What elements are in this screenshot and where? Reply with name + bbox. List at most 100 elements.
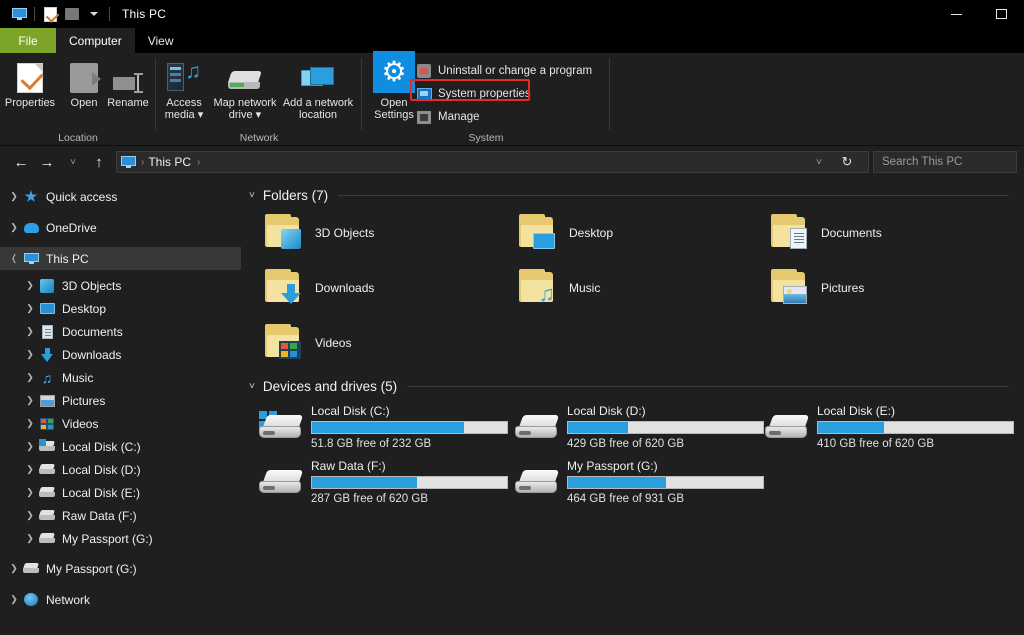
chevron-right-icon[interactable]: ❯ bbox=[26, 510, 34, 521]
sidebar-label: 3D Objects bbox=[62, 278, 122, 293]
chevron-right-icon[interactable]: ❯ bbox=[26, 464, 34, 475]
chevron-right-icon[interactable]: ❯ bbox=[26, 326, 34, 337]
sidebar-item-local-disk-d[interactable]: ❯ Local Disk (D:) bbox=[0, 458, 241, 481]
sidebar-label: Documents bbox=[62, 324, 123, 339]
access-media-button[interactable]: ♫ Access media ▾ bbox=[156, 57, 212, 121]
sidebar-item-desktop[interactable]: ❯ Desktop bbox=[0, 297, 241, 320]
ribbon-group-location: Properties Open Rename Location bbox=[0, 53, 156, 146]
chevron-down-icon[interactable]: ❬ bbox=[10, 253, 18, 264]
add-network-location-button[interactable]: Add a network location bbox=[278, 57, 358, 121]
downloads-icon bbox=[38, 347, 56, 363]
properties-button[interactable]: Properties bbox=[2, 57, 58, 109]
forward-button[interactable]: → bbox=[34, 149, 60, 175]
sidebar-item-my-passport-g-child[interactable]: ❯ My Passport (G:) bbox=[0, 527, 241, 550]
rename-button[interactable]: Rename bbox=[100, 57, 156, 109]
breadcrumb-this-pc[interactable]: This PC bbox=[148, 155, 191, 169]
drive-item-local-disk-d[interactable]: Local Disk (D:) 429 GB free of 620 GB bbox=[511, 404, 767, 450]
sidebar-item-local-disk-c[interactable]: ❯ Local Disk (C:) bbox=[0, 435, 241, 458]
file-list-pane[interactable]: ˅ Folders (7) 3D Objects Desktop Documen… bbox=[241, 178, 1024, 635]
address-field[interactable]: › This PC › ˅ ↻ bbox=[116, 151, 869, 173]
uninstall-icon bbox=[416, 63, 432, 79]
back-button[interactable]: ← bbox=[8, 149, 34, 175]
uninstall-or-change-a-program-item[interactable]: Uninstall or change a program bbox=[416, 63, 592, 79]
chevron-down-icon[interactable] bbox=[83, 3, 105, 25]
chevron-down-icon[interactable]: ˅ bbox=[249, 190, 255, 201]
folder-item-label: Downloads bbox=[315, 281, 375, 295]
chevron-right-icon[interactable]: ❯ bbox=[26, 487, 34, 498]
folder-item-downloads[interactable]: Downloads bbox=[261, 266, 374, 310]
tab-view[interactable]: View bbox=[135, 28, 187, 53]
chevron-right-icon[interactable]: ❯ bbox=[26, 280, 34, 291]
sidebar-label: My Passport (G:) bbox=[62, 531, 153, 546]
folder-item-desktop[interactable]: Desktop bbox=[515, 211, 613, 255]
ribbon-group-system: ⚙ Open Settings Uninstall or change a pr… bbox=[362, 51, 610, 146]
recent-locations-button[interactable]: ˅ bbox=[60, 149, 86, 175]
address-dropdown-button[interactable]: ˅ bbox=[806, 149, 832, 175]
sidebar-item-pictures[interactable]: ❯ Pictures bbox=[0, 389, 241, 412]
breadcrumb-separator[interactable]: › bbox=[197, 157, 200, 168]
documents-icon bbox=[38, 324, 56, 340]
sidebar-item-raw-data-f[interactable]: ❯ Raw Data (F:) bbox=[0, 504, 241, 527]
chevron-right-icon[interactable]: ❯ bbox=[10, 222, 18, 233]
chevron-right-icon[interactable]: ❯ bbox=[10, 563, 18, 574]
folder-item-pictures[interactable]: Pictures bbox=[767, 266, 864, 310]
sidebar-item-3d-objects[interactable]: ❯ 3D Objects bbox=[0, 274, 241, 297]
folder-item-3d-objects[interactable]: 3D Objects bbox=[261, 211, 374, 255]
maximize-button[interactable] bbox=[979, 0, 1024, 28]
file-explorer-window: This PC File Computer View Properties Op… bbox=[0, 0, 1024, 635]
manage-item[interactable]: Manage bbox=[416, 109, 480, 125]
chevron-right-icon[interactable]: ❯ bbox=[26, 303, 34, 314]
folder-icon[interactable] bbox=[61, 3, 83, 25]
navigation-pane[interactable]: ❯ Quick access ❯ OneDrive ❬ This PC ❯ 3D… bbox=[0, 178, 241, 635]
sidebar-item-music[interactable]: ❯ ♫ Music bbox=[0, 366, 241, 389]
chevron-right-icon[interactable]: ❯ bbox=[26, 533, 34, 544]
tab-file[interactable]: File bbox=[0, 28, 56, 53]
open-button-label: Open bbox=[70, 97, 98, 109]
up-button[interactable]: ↑ bbox=[86, 149, 112, 175]
chevron-right-icon[interactable]: ❯ bbox=[26, 418, 34, 429]
folder-item-music[interactable]: ♫ Music bbox=[515, 266, 600, 310]
chevron-right-icon[interactable]: ❯ bbox=[26, 395, 34, 406]
sidebar-item-downloads[interactable]: ❯ Downloads bbox=[0, 343, 241, 366]
drive-item-my-passport-g[interactable]: My Passport (G:) 464 GB free of 931 GB bbox=[511, 459, 767, 505]
search-input[interactable]: Search This PC bbox=[873, 151, 1017, 173]
drive-item-local-disk-e[interactable]: Local Disk (E:) 410 GB free of 620 GB bbox=[761, 404, 1017, 450]
drive-item-raw-data-f[interactable]: Raw Data (F:) 287 GB free of 620 GB bbox=[255, 459, 511, 505]
sidebar-item-quick-access[interactable]: ❯ Quick access bbox=[0, 185, 241, 208]
sidebar-label: Network bbox=[46, 592, 91, 607]
chevron-right-icon[interactable]: ❯ bbox=[10, 191, 18, 202]
drive-icon bbox=[255, 459, 307, 503]
minimize-button[interactable] bbox=[934, 0, 979, 28]
chevron-right-icon[interactable]: ❯ bbox=[10, 594, 18, 605]
chevron-right-icon[interactable]: ❯ bbox=[26, 441, 34, 452]
system-properties-item[interactable]: System properties bbox=[416, 86, 531, 102]
tab-computer[interactable]: Computer bbox=[56, 28, 135, 53]
folder-desktop-icon bbox=[515, 211, 559, 255]
chevron-down-icon[interactable]: ˅ bbox=[249, 381, 255, 392]
folder-music-icon: ♫ bbox=[515, 266, 559, 310]
sidebar-item-my-passport-g[interactable]: ❯ My Passport (G:) bbox=[0, 557, 241, 580]
uninstall-item-label: Uninstall or change a program bbox=[438, 65, 593, 77]
drives-section-header[interactable]: ˅ Devices and drives (5) bbox=[249, 379, 1009, 394]
folder-item-documents[interactable]: Documents bbox=[767, 211, 882, 255]
chevron-right-icon[interactable]: ❯ bbox=[26, 349, 34, 360]
sidebar-item-network[interactable]: ❯ Network bbox=[0, 588, 241, 611]
sidebar-item-onedrive[interactable]: ❯ OneDrive bbox=[0, 216, 241, 239]
properties-icon[interactable] bbox=[39, 3, 61, 25]
map-network-drive-button[interactable]: Map network drive ▾ bbox=[212, 57, 278, 121]
sidebar-item-documents[interactable]: ❯ Documents bbox=[0, 320, 241, 343]
properties-icon bbox=[17, 57, 43, 93]
folders-section-header[interactable]: ˅ Folders (7) bbox=[249, 188, 1009, 203]
drive-item-local-disk-c[interactable]: Local Disk (C:) 51.8 GB free of 232 GB bbox=[255, 404, 511, 450]
sidebar-item-videos[interactable]: ❯ Videos bbox=[0, 412, 241, 435]
chevron-right-icon[interactable]: ❯ bbox=[26, 372, 34, 383]
divider bbox=[609, 58, 610, 130]
folder-item-videos[interactable]: Videos bbox=[261, 321, 351, 365]
drives-section-title: Devices and drives (5) bbox=[262, 379, 398, 394]
drive-usage-bar bbox=[567, 421, 764, 434]
refresh-button[interactable]: ↻ bbox=[834, 149, 860, 175]
open-settings-button[interactable]: ⚙ Open Settings bbox=[368, 51, 420, 121]
drive-icon bbox=[22, 561, 40, 577]
sidebar-item-this-pc[interactable]: ❬ This PC bbox=[0, 247, 241, 270]
sidebar-item-local-disk-e[interactable]: ❯ Local Disk (E:) bbox=[0, 481, 241, 504]
